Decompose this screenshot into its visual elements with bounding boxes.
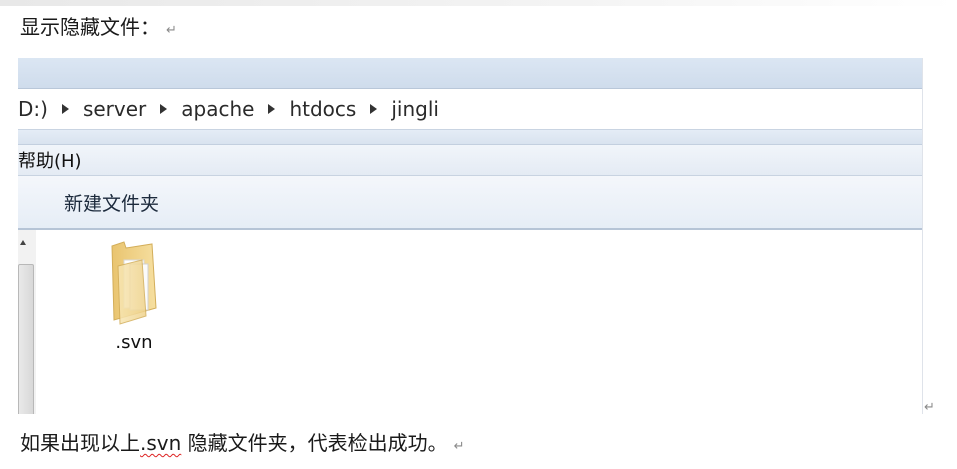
previous-content-strip bbox=[0, 0, 957, 6]
scroll-up-icon[interactable] bbox=[20, 240, 26, 245]
result-svn-text: .svn bbox=[140, 431, 182, 455]
intro-paragraph: 显示隐藏文件： ↵ bbox=[20, 14, 177, 44]
address-bar-bottom bbox=[18, 130, 922, 145]
scroll-thumb[interactable] bbox=[18, 264, 34, 414]
vertical-scrollbar[interactable] bbox=[18, 230, 36, 414]
paragraph-mark: ↵ bbox=[453, 439, 465, 454]
chevron-right-icon[interactable] bbox=[268, 104, 276, 114]
file-view: .svn bbox=[18, 230, 922, 414]
toolbar: 新建文件夹 bbox=[18, 176, 922, 230]
new-folder-button[interactable]: 新建文件夹 bbox=[64, 189, 159, 216]
paragraph-mark: ↵ bbox=[924, 400, 935, 415]
address-bar[interactable]: D:) server apache htdocs jingli bbox=[18, 89, 922, 130]
folder-item-svn[interactable]: .svn bbox=[92, 238, 176, 353]
breadcrumb-apache[interactable]: apache bbox=[181, 97, 254, 121]
folder-icon bbox=[111, 241, 157, 325]
result-paragraph: 如果出现以上.svn 隐藏文件夹，代表检出成功。 ↵ bbox=[20, 430, 465, 460]
chevron-right-icon[interactable] bbox=[370, 104, 378, 114]
result-text-suffix: 隐藏文件夹，代表检出成功。 bbox=[181, 431, 448, 455]
paragraph-mark: ↵ bbox=[166, 23, 177, 38]
window-title-strip bbox=[18, 58, 922, 89]
intro-text: 显示隐藏文件： bbox=[20, 15, 160, 39]
document-page: 显示隐藏文件： ↵ D:) server apache htdocs jingli… bbox=[0, 0, 957, 469]
result-text-prefix: 如果出现以上 bbox=[20, 431, 140, 455]
explorer-screenshot: D:) server apache htdocs jingli 帮助(H) 新建… bbox=[18, 58, 923, 414]
chevron-right-icon[interactable] bbox=[61, 104, 69, 114]
folder-name: .svn bbox=[115, 332, 153, 353]
chevron-right-icon[interactable] bbox=[160, 104, 168, 114]
breadcrumb-htdocs[interactable]: htdocs bbox=[289, 97, 356, 121]
breadcrumb-jingli[interactable]: jingli bbox=[391, 97, 439, 121]
breadcrumb-drive[interactable]: D:) bbox=[18, 97, 48, 121]
menu-bar: 帮助(H) bbox=[18, 145, 922, 176]
breadcrumb-server[interactable]: server bbox=[83, 97, 146, 121]
menu-item-help[interactable]: 帮助(H) bbox=[18, 147, 82, 173]
